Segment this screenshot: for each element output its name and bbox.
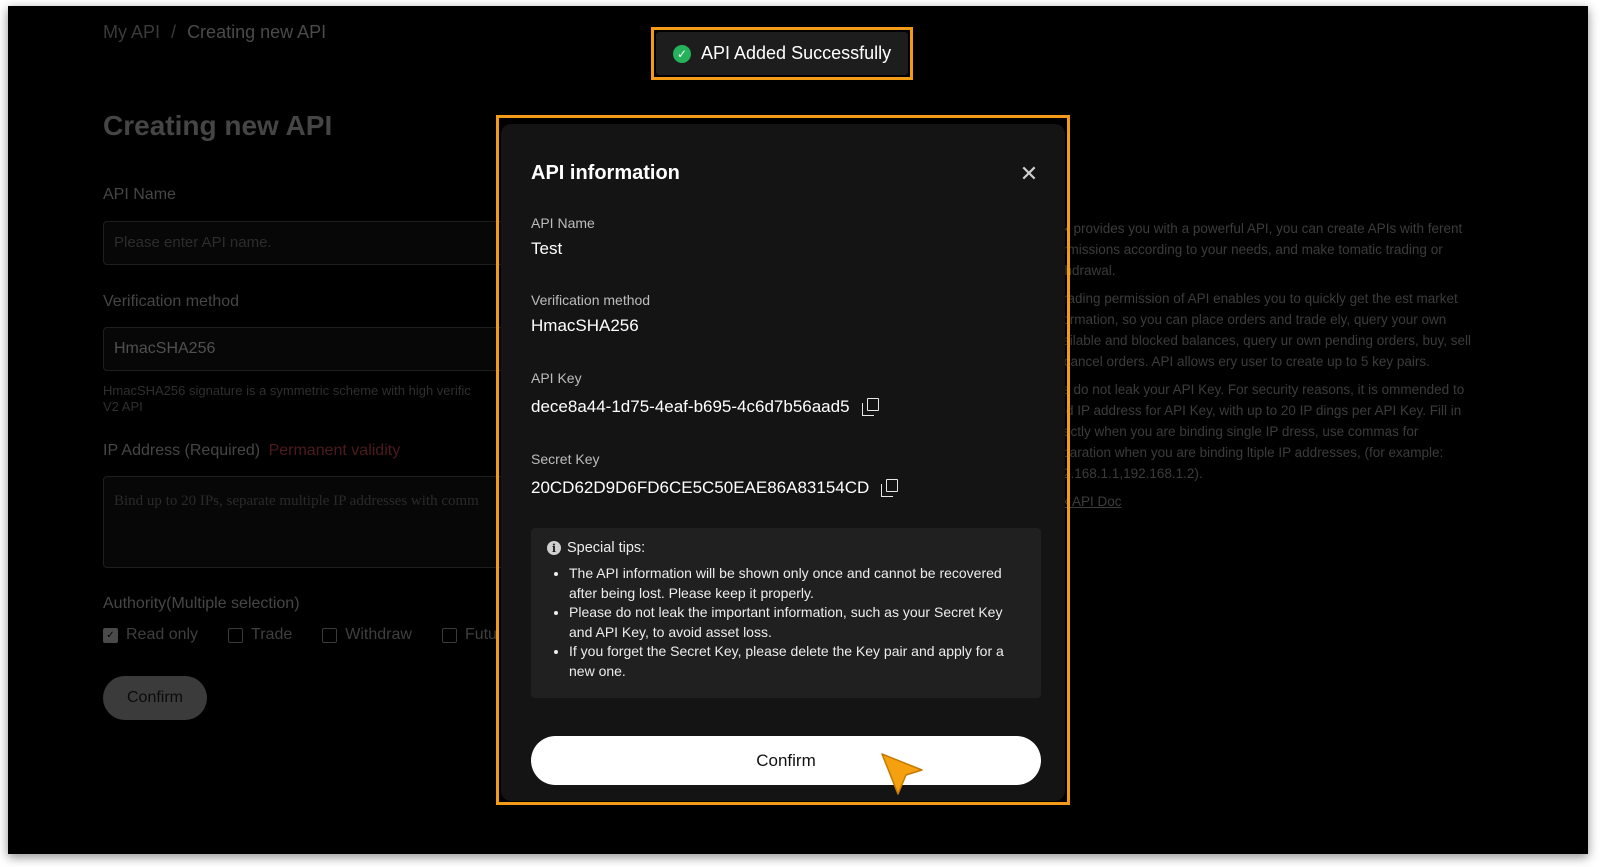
api-description-p2: e trading permission of API enables you … <box>1048 291 1472 369</box>
authority-option-read-only[interactable]: ✓ Read only <box>103 626 198 644</box>
tip-item: Please do not leak the important informa… <box>569 603 1025 642</box>
page-title: Creating new API <box>103 110 333 141</box>
special-tips-header: i Special tips: <box>547 540 1025 556</box>
screen: My API / Creating new API Creating new A… <box>8 6 1588 854</box>
verification-value: HmacSHA256 <box>531 316 639 335</box>
api-description-panel: ank provides you with a powerful API, yo… <box>1048 218 1478 512</box>
verification-hint: HmacSHA256 signature is a symmetric sche… <box>103 383 503 415</box>
copy-api-key-icon[interactable] <box>861 398 880 416</box>
permanent-validity-link[interactable]: Permanent validity <box>269 442 401 459</box>
pointer-cursor-icon <box>881 753 923 795</box>
tip-item: The API information will be shown only o… <box>569 564 1025 603</box>
secret-key-value: 20CD62D9D6FD6CE5C50EAE86A83154CD <box>531 478 870 497</box>
authority-option-futures[interactable]: Futu <box>441 626 497 644</box>
authority-option-label: Trade <box>251 626 293 643</box>
modal-confirm-button[interactable]: Confirm <box>531 736 1041 785</box>
check-api-doc-link[interactable]: eck API Doc <box>1048 491 1478 512</box>
verification-hint-line1: HmacSHA256 signature is a symmetric sche… <box>103 383 471 398</box>
copy-secret-key-icon[interactable] <box>881 479 899 497</box>
api-name-input[interactable]: Please enter API name. <box>103 221 523 265</box>
api-description-p3: ase do not leak your API Key. For securi… <box>1048 382 1465 481</box>
modal-verification-label: Verification method <box>531 292 651 308</box>
api-key-value: dece8a44-1d75-4eaf-b695-4c6d7b56aad5 <box>531 397 850 416</box>
verification-hint-line2: V2 API <box>103 399 143 414</box>
authority-options: ✓ Read only Trade Withdraw Futu <box>103 626 497 644</box>
close-icon[interactable]: ✕ <box>1017 162 1041 186</box>
info-icon: i <box>547 541 561 555</box>
authority-label: Authority(Multiple selection) <box>103 595 300 612</box>
authority-option-label: Futu <box>464 626 497 643</box>
verification-method-select[interactable]: HmacSHA256 <box>103 327 523 371</box>
modal-title: API information <box>531 162 680 184</box>
authority-option-withdraw[interactable]: Withdraw <box>322 626 412 644</box>
verification-method-label: Verification method <box>103 293 240 310</box>
breadcrumb: My API / Creating new API <box>103 22 326 43</box>
ip-address-label-text: IP Address (Required) <box>103 442 261 459</box>
modal-api-key-row: dece8a44-1d75-4eaf-b695-4c6d7b56aad5 <box>531 397 880 417</box>
checkbox-checked-icon[interactable]: ✓ <box>103 627 118 643</box>
modal-api-key-label: API Key <box>531 370 582 386</box>
authority-option-label: Read only <box>126 626 199 643</box>
modal-secret-key-row: 20CD62D9D6FD6CE5C50EAE86A83154CD <box>531 478 899 498</box>
api-name-label: API Name <box>103 186 176 203</box>
breadcrumb-separator: / <box>171 22 177 42</box>
special-tips-list: The API information will be shown only o… <box>547 564 1025 681</box>
authority-option-label: Withdraw <box>345 626 412 643</box>
special-tips-title: Special tips: <box>567 540 646 556</box>
check-circle-icon: ✓ <box>673 44 691 63</box>
api-name-value: Test <box>531 239 563 258</box>
modal-verification-value: HmacSHA256 <box>531 316 639 336</box>
checkbox-icon[interactable] <box>441 627 457 643</box>
tip-item: If you forget the Secret Key, please del… <box>569 642 1025 681</box>
checkbox-icon[interactable] <box>322 627 338 643</box>
authority-option-trade[interactable]: Trade <box>228 626 292 644</box>
ip-address-label: IP Address (Required) Permanent validity <box>103 442 400 460</box>
api-description-p1: ank provides you with a powerful API, yo… <box>1048 221 1463 278</box>
form-confirm-button[interactable]: Confirm <box>103 676 207 720</box>
checkbox-icon[interactable] <box>228 627 244 643</box>
success-toast: ✓ API Added Successfully <box>656 32 908 75</box>
modal-secret-key-label: Secret Key <box>531 451 600 467</box>
api-information-modal: API information ✕ API Name Test Verifica… <box>501 124 1065 801</box>
special-tips-box: i Special tips: The API information will… <box>531 528 1041 698</box>
modal-api-name-value: Test <box>531 239 562 259</box>
breadcrumb-current: Creating new API <box>187 22 327 42</box>
toast-text: API Added Successfully <box>701 43 892 63</box>
breadcrumb-root[interactable]: My API <box>103 22 160 42</box>
ip-address-textarea[interactable]: Bind up to 20 IPs, separate multiple IP … <box>103 476 523 568</box>
modal-api-name-label: API Name <box>531 215 595 231</box>
